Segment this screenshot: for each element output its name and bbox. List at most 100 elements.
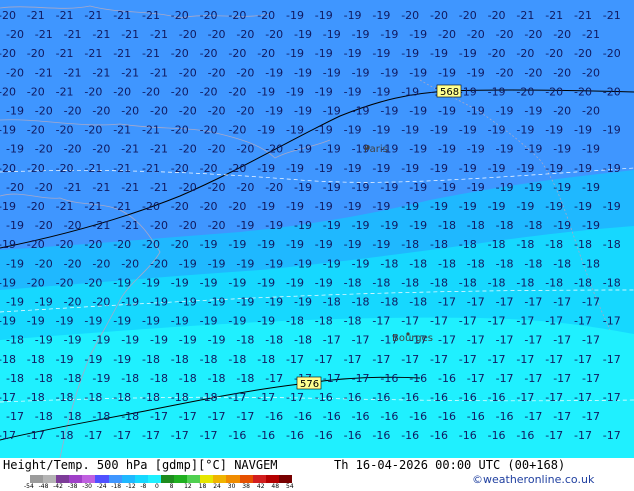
temperature-value: -18 (467, 257, 485, 270)
temperature-value: -20 (603, 85, 621, 98)
temperature-value: -20 (113, 85, 131, 98)
temperature-value: -20 (64, 143, 82, 156)
temperature-value: -19 (352, 66, 370, 79)
temperature-value: -19 (286, 200, 304, 213)
temperature-value: -19 (228, 315, 246, 328)
temperature-value: -20 (236, 66, 254, 79)
temperature-value: -18 (488, 238, 506, 251)
temperature-value: -16 (409, 372, 427, 385)
temperature-value: -19 (372, 238, 390, 251)
temperature-value: -17 (401, 353, 419, 366)
temperature-value: -21 (64, 28, 82, 41)
temperature-value: -17 (574, 391, 592, 404)
temperature-value: -18 (352, 296, 370, 309)
color-scale-tick: 38 (242, 483, 250, 490)
temperature-value: -17 (150, 410, 168, 423)
temperature-value: -19 (64, 334, 82, 347)
color-scale-swatch (252, 475, 266, 483)
temperature-value: -18 (265, 334, 283, 347)
temperature-value: -17 (208, 410, 226, 423)
temperature-value: -21 (92, 219, 110, 232)
temperature-value: -21 (35, 28, 53, 41)
temperature-value: -19 (438, 66, 456, 79)
temperature-value: -18 (401, 276, 419, 289)
temperature-value: -19 (438, 143, 456, 156)
temperature-value: -19 (524, 143, 542, 156)
color-scale (30, 475, 292, 483)
temperature-value: -19 (409, 66, 427, 79)
temperature-value: -19 (208, 334, 226, 347)
temperature-value: -19 (344, 47, 362, 60)
temperature-value: -18 (257, 353, 275, 366)
temperature-value: -17 (467, 296, 485, 309)
temperature-value: -18 (430, 238, 448, 251)
temperature-value: -19 (257, 276, 275, 289)
temperature-value: -20 (92, 105, 110, 118)
temperature-value: -19 (582, 143, 600, 156)
temperature-value: -18 (524, 219, 542, 232)
temperature-value: -18 (236, 334, 254, 347)
forecast-datetime: Th 16-04-2026 00:00 UTC (00+168) (334, 458, 566, 472)
temperature-value: -21 (113, 47, 131, 60)
temperature-value: -18 (545, 276, 563, 289)
temperature-value: -18 (56, 391, 74, 404)
temperature-value: -19 (401, 162, 419, 175)
color-scale-swatch (265, 475, 279, 483)
temperature-value: -20 (92, 257, 110, 270)
color-scale-swatch (95, 475, 109, 483)
temperature-value: -19 (380, 28, 398, 41)
temperature-value: -20 (6, 181, 24, 194)
temperature-value: -16 (344, 429, 362, 442)
temperature-value: -19 (372, 85, 390, 98)
color-scale-tick: 48 (271, 483, 280, 490)
temperature-value: -19 (488, 85, 506, 98)
temperature-value: -20 (0, 47, 16, 60)
temperature-value: -17 (84, 429, 102, 442)
temperature-value: -20 (524, 66, 542, 79)
temperature-value: -16 (380, 372, 398, 385)
temperature-value: -17 (430, 353, 448, 366)
temperature-value: -19 (6, 219, 24, 232)
temperature-value: -19 (315, 47, 333, 60)
temperature-value: -19 (257, 200, 275, 213)
temperature-value: -17 (179, 410, 197, 423)
temperature-value: -20 (516, 47, 534, 60)
color-scale-swatch (134, 475, 148, 483)
temperature-value: -18 (545, 238, 563, 251)
temperature-value: -18 (380, 296, 398, 309)
temperature-value: -17 (236, 410, 254, 423)
temperature-value: -19 (488, 124, 506, 137)
temperature-value: -16 (286, 429, 304, 442)
temperature-value: -20 (150, 219, 168, 232)
temperature-value: -21 (121, 28, 139, 41)
temperature-value: -19 (401, 47, 419, 60)
temperature-value: -20 (200, 124, 218, 137)
temperature-value: -20 (236, 181, 254, 194)
color-scale-tick: 18 (198, 483, 207, 490)
temperature-value: -17 (352, 334, 370, 347)
temperature-value: -19 (294, 28, 312, 41)
temperature-value: -18 (35, 410, 53, 423)
temperature-value: -19 (315, 162, 333, 175)
temperature-value: -19 (200, 315, 218, 328)
temperature-value: -21 (84, 200, 102, 213)
temperature-value: -18 (121, 410, 139, 423)
temperature-value: -18 (35, 372, 53, 385)
temperature-value: -21 (582, 28, 600, 41)
temperature-value: -17 (524, 334, 542, 347)
temperature-value: -19 (84, 315, 102, 328)
temperature-value: -19 (344, 238, 362, 251)
temperature-value: -21 (150, 28, 168, 41)
temperature-value: -21 (84, 162, 102, 175)
temperature-value: -18 (179, 372, 197, 385)
temperature-value: -19 (409, 181, 427, 194)
temperature-value: -19 (344, 200, 362, 213)
temperature-value: -19 (372, 124, 390, 137)
temperature-value: -19 (179, 334, 197, 347)
temperature-value: -18 (323, 296, 341, 309)
contour-label-text: 576 (300, 379, 319, 390)
temperature-value: -19 (113, 353, 131, 366)
temperature-value: -19 (574, 200, 592, 213)
city-label: Paris (364, 144, 388, 155)
temperature-value: -17 (27, 429, 45, 442)
